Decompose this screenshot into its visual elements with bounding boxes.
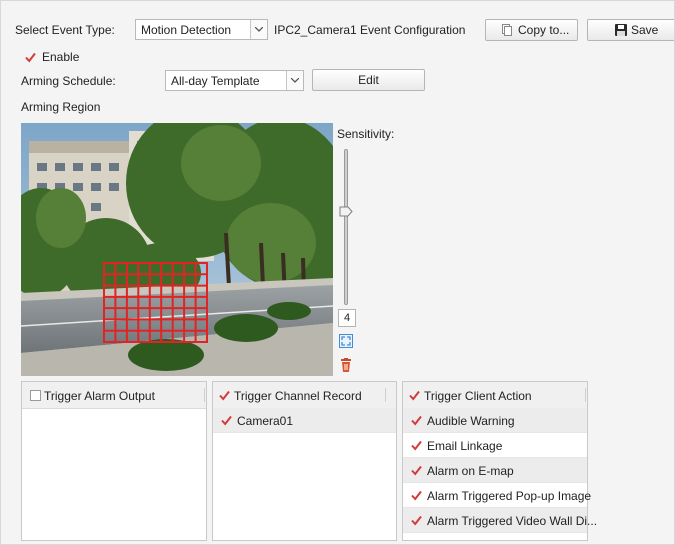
column-divider (585, 388, 586, 402)
save-label: Save (631, 23, 659, 37)
enable-label: Enable (42, 50, 80, 64)
checkmark-icon (411, 465, 422, 476)
sensitivity-value: 4 (338, 309, 356, 327)
list-item[interactable]: Alarm Triggered Video Wall Di... (403, 508, 597, 533)
fullscreen-icon[interactable] (339, 334, 353, 348)
checkmark-icon (25, 52, 36, 63)
arming-region-label: Arming Region (21, 100, 101, 114)
checkmark-icon (411, 415, 422, 426)
trigger-alarm-output-checkbox[interactable] (30, 390, 41, 401)
config-title: IPC2_Camera1 Event Configuration (274, 23, 466, 37)
video-wall-label: Alarm Triggered Video Wall Di... (427, 514, 598, 528)
sensitivity-slider[interactable] (344, 149, 348, 305)
checkmark-icon (411, 490, 422, 501)
popup-image-checkbox[interactable] (411, 490, 422, 501)
trigger-channel-record-label: Trigger Channel Record (234, 389, 362, 403)
enable-checkbox[interactable] (25, 52, 36, 63)
motion-detection-grid[interactable] (21, 123, 333, 376)
copy-to-label: Copy to... (518, 23, 570, 37)
copy-icon (502, 24, 512, 36)
camera01-checkbox[interactable] (221, 415, 232, 426)
camera01-label: Camera01 (237, 414, 294, 428)
alarm-on-emap-label: Alarm on E-map (427, 464, 514, 478)
audible-warning-label: Audible Warning (427, 414, 515, 428)
edit-label: Edit (358, 73, 379, 87)
alarm-on-emap-checkbox[interactable] (411, 465, 422, 476)
checkmark-icon (219, 390, 230, 401)
event-type-select[interactable]: Motion Detection (135, 19, 268, 40)
trigger-channel-record-panel: Trigger Channel Record Camera01 (212, 381, 397, 541)
save-button[interactable]: Save (587, 19, 674, 41)
video-wall-checkbox[interactable] (411, 515, 422, 526)
trigger-alarm-output-panel: Trigger Alarm Output (21, 381, 207, 541)
event-type-label: Select Event Type: (15, 23, 115, 37)
trigger-client-action-checkbox[interactable] (409, 390, 420, 401)
arming-schedule-select[interactable]: All-day Template (165, 70, 304, 91)
checkmark-icon (411, 515, 422, 526)
delete-icon[interactable] (340, 358, 352, 372)
trigger-client-action-panel: Trigger Client Action Audible Warning Em… (402, 381, 597, 541)
trigger-alarm-output-label: Trigger Alarm Output (44, 389, 155, 403)
list-item[interactable]: Email Linkage (403, 433, 587, 458)
arming-schedule-value: All-day Template (171, 74, 260, 88)
event-type-value: Motion Detection (141, 23, 232, 37)
audible-warning-checkbox[interactable] (411, 415, 422, 426)
trigger-channel-record-header: Trigger Channel Record (213, 382, 396, 409)
checkmark-icon (411, 440, 422, 451)
trigger-client-action-label: Trigger Client Action (424, 389, 532, 403)
edit-schedule-button[interactable]: Edit (312, 69, 425, 91)
checkmark-icon (409, 390, 420, 401)
list-item[interactable]: Camera01 (213, 408, 396, 433)
chevron-down-icon[interactable] (286, 71, 303, 90)
column-divider (204, 388, 205, 402)
list-item[interactable]: Alarm on E-map (403, 458, 587, 483)
copy-to-button[interactable]: Copy to... (485, 19, 578, 41)
sensitivity-slider-thumb[interactable] (339, 206, 353, 217)
email-linkage-label: Email Linkage (427, 439, 503, 453)
save-icon (615, 24, 627, 36)
event-configuration-window: Select Event Type: Motion Detection IPC2… (0, 0, 675, 545)
sensitivity-label: Sensitivity: (337, 127, 395, 141)
column-divider (385, 388, 386, 402)
list-item[interactable]: Audible Warning (403, 408, 587, 433)
list-item[interactable]: Alarm Triggered Pop-up Image (403, 483, 591, 508)
arming-region-canvas[interactable] (21, 123, 333, 376)
popup-image-label: Alarm Triggered Pop-up Image (427, 489, 592, 503)
trigger-channel-record-checkbox[interactable] (219, 390, 230, 401)
trigger-alarm-output-header: Trigger Alarm Output (22, 382, 206, 409)
chevron-down-icon[interactable] (250, 20, 267, 39)
arming-schedule-label: Arming Schedule: (21, 74, 116, 88)
checkmark-icon (221, 415, 232, 426)
email-linkage-checkbox[interactable] (411, 440, 422, 451)
trigger-client-action-header: Trigger Client Action (403, 382, 587, 409)
